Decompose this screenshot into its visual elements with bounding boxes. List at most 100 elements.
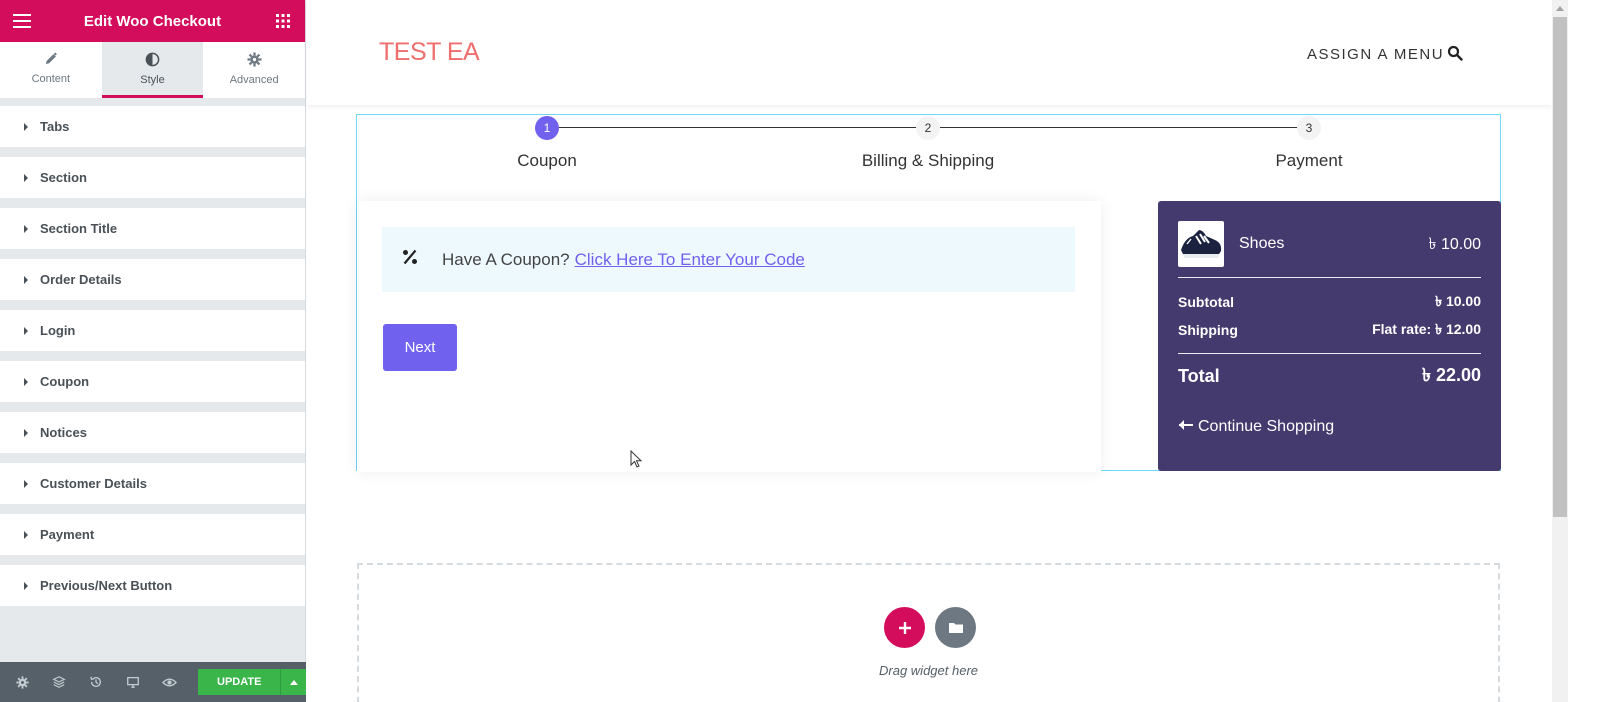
panel-footer: UPDATE <box>0 662 307 702</box>
order-summary: Shoes ৳ 10.00 Subtotal ৳ 10.00 Shipping … <box>1158 201 1501 471</box>
page-preview: TEST EA ASSIGN A MENU 1 2 3 Coupon Billi… <box>307 0 1552 702</box>
total-value: ৳ 22.00 <box>1421 364 1481 385</box>
update-button[interactable]: UPDATE <box>198 669 281 695</box>
assign-menu-link[interactable]: ASSIGN A MENU <box>1307 46 1444 63</box>
plus-icon <box>898 621 911 634</box>
section-label: Section Title <box>40 221 118 236</box>
section-label: Order Details <box>40 272 122 287</box>
section-label: Tabs <box>40 119 70 134</box>
section-login[interactable]: Login <box>0 310 305 351</box>
checkout-steps: 1 2 3 Coupon Billing & Shipping Payment <box>357 115 1500 185</box>
order-product-row: Shoes ৳ 10.00 <box>1178 221 1481 267</box>
section-label: Notices <box>40 425 87 440</box>
tab-advanced-label: Advanced <box>229 73 279 86</box>
coupon-step-card: Have A Coupon? Click Here To Enter Your … <box>357 201 1101 472</box>
step-2-indicator[interactable]: 2 <box>916 116 940 140</box>
caret-right-icon <box>24 428 28 437</box>
divider <box>1178 277 1481 278</box>
panel-title: Edit Woo Checkout <box>83 12 222 30</box>
section-label: Login <box>40 323 76 338</box>
add-template-button[interactable] <box>935 607 976 648</box>
style-sections: Tabs Section Section Title Order Details… <box>0 98 305 606</box>
half-circle-icon <box>145 52 160 70</box>
caret-right-icon <box>24 326 28 335</box>
caret-right-icon <box>24 581 28 590</box>
scrollbar-thumb[interactable] <box>1553 17 1567 517</box>
product-price: ৳ 10.00 <box>1428 235 1481 253</box>
enter-coupon-link[interactable]: Click Here To Enter Your Code <box>575 250 805 270</box>
empty-section-dropzone[interactable]: Drag widget here <box>357 563 1500 702</box>
woo-checkout-widget[interactable]: 1 2 3 Coupon Billing & Shipping Payment … <box>356 114 1501 472</box>
gear-icon <box>247 51 262 70</box>
tab-advanced[interactable]: Advanced <box>203 42 305 98</box>
section-prev-next-button[interactable]: Previous/Next Button <box>0 565 305 606</box>
folder-icon <box>948 623 963 633</box>
caret-right-icon <box>24 173 28 182</box>
site-header: TEST EA ASSIGN A MENU <box>307 0 1552 105</box>
subtotal-row: Subtotal ৳ 10.00 <box>1178 288 1481 316</box>
panel-tabs: Content Style Advanced <box>0 42 305 98</box>
continue-shopping-link[interactable]: Continue Shopping <box>1178 418 1481 436</box>
tab-content-label: Content <box>31 73 71 85</box>
window-edge <box>1568 0 1600 702</box>
coupon-notice: Have A Coupon? Click Here To Enter Your … <box>382 227 1075 292</box>
section-label: Payment <box>40 527 95 542</box>
tab-style[interactable]: Style <box>101 42 204 98</box>
step-3-label[interactable]: Payment <box>1275 151 1342 171</box>
widgets-grid-icon[interactable] <box>273 11 293 31</box>
total-row: Total ৳ 22.00 <box>1178 364 1481 388</box>
section-customer-details[interactable]: Customer Details <box>0 463 305 504</box>
shipping-row: Shipping Flat rate: ৳ 12.00 <box>1178 316 1481 344</box>
section-section-title[interactable]: Section Title <box>0 208 305 249</box>
update-options-caret-icon[interactable] <box>280 669 307 695</box>
settings-icon[interactable] <box>4 662 41 702</box>
section-notices[interactable]: Notices <box>0 412 305 453</box>
section-label: Coupon <box>40 374 90 389</box>
app: Edit Woo Checkout Content Style Advanced… <box>0 0 1600 702</box>
coupon-prompt: Have A Coupon? <box>442 249 570 269</box>
pencil-icon <box>44 52 58 69</box>
scroll-up-arrow-icon[interactable] <box>1552 0 1568 16</box>
search-icon[interactable] <box>1447 45 1463 66</box>
subtotal-value: ৳ 10.00 <box>1435 293 1481 309</box>
arrow-left-icon <box>1178 418 1194 436</box>
continue-shopping-label: Continue Shopping <box>1198 418 1335 435</box>
divider <box>1178 353 1481 354</box>
caret-right-icon <box>24 479 28 488</box>
step-2-label[interactable]: Billing & Shipping <box>862 151 994 171</box>
caret-right-icon <box>24 275 28 284</box>
section-coupon[interactable]: Coupon <box>0 361 305 402</box>
caret-right-icon <box>24 377 28 386</box>
section-tabs[interactable]: Tabs <box>0 106 305 147</box>
site-title[interactable]: TEST EA <box>379 38 480 67</box>
section-label: Section <box>40 170 87 185</box>
shipping-value: Flat rate: ৳ 12.00 <box>1372 321 1481 337</box>
add-section-button[interactable] <box>884 607 925 648</box>
section-payment[interactable]: Payment <box>0 514 305 555</box>
product-name: Shoes <box>1239 235 1285 252</box>
dropzone-text: Drag widget here <box>879 663 978 678</box>
caret-right-icon <box>24 122 28 131</box>
mouse-pointer-icon <box>630 449 644 475</box>
step-3-indicator[interactable]: 3 <box>1297 116 1321 140</box>
next-button[interactable]: Next <box>383 324 457 371</box>
menu-icon[interactable] <box>12 11 32 31</box>
percent-icon <box>402 248 418 271</box>
tab-content[interactable]: Content <box>0 42 102 98</box>
preview-eye-icon[interactable] <box>152 662 189 702</box>
section-label: Customer Details <box>40 476 147 491</box>
shipping-label: Shipping <box>1178 322 1238 338</box>
shoe-thumbnail <box>1178 221 1224 267</box>
section-section[interactable]: Section <box>0 157 305 198</box>
step-connector <box>940 127 1308 128</box>
editor-panel: Edit Woo Checkout Content Style Advanced… <box>0 0 307 702</box>
section-order-details[interactable]: Order Details <box>0 259 305 300</box>
history-icon[interactable] <box>78 662 115 702</box>
total-label: Total <box>1178 365 1220 386</box>
subtotal-label: Subtotal <box>1178 294 1234 310</box>
caret-right-icon <box>24 530 28 539</box>
layers-icon[interactable] <box>41 662 78 702</box>
step-1-label[interactable]: Coupon <box>517 151 577 171</box>
responsive-desktop-icon[interactable] <box>115 662 152 702</box>
step-1-indicator[interactable]: 1 <box>535 116 559 140</box>
